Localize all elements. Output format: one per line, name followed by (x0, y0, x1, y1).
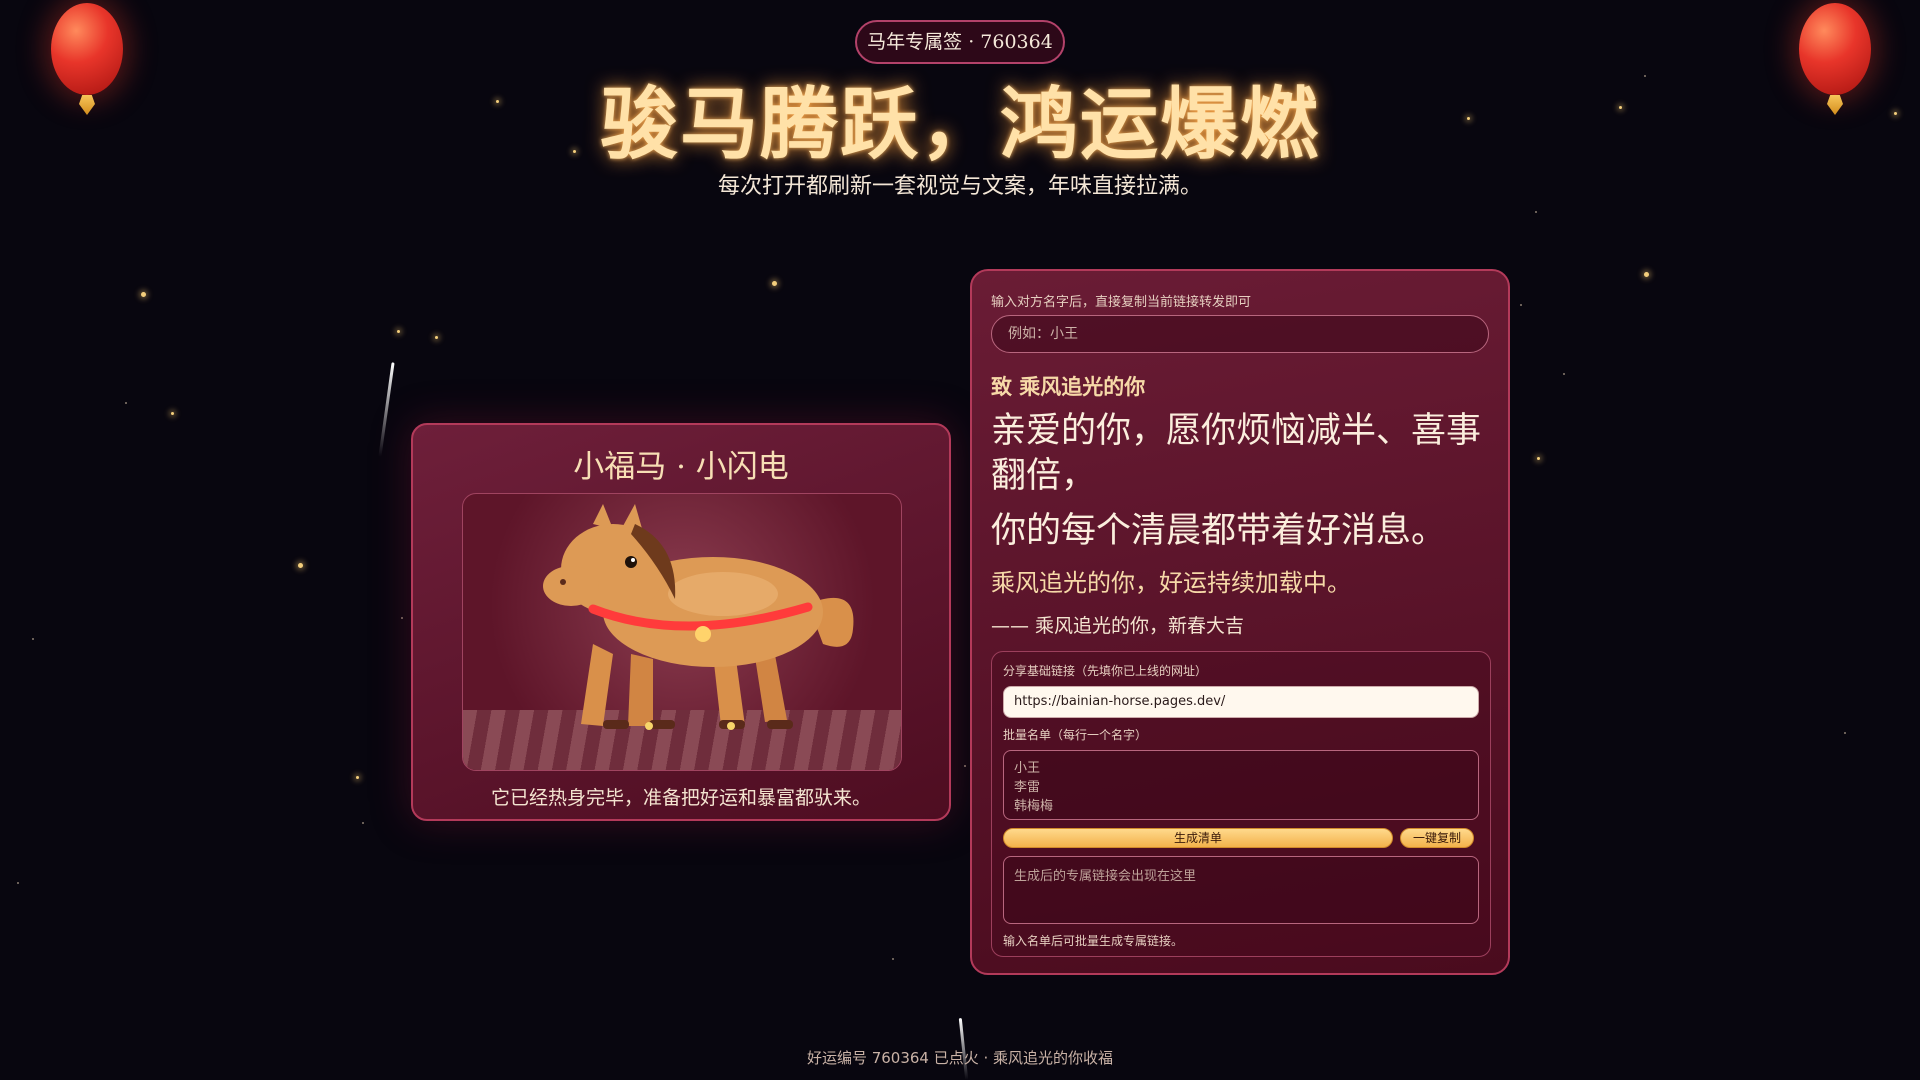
horse-illustration (462, 493, 902, 771)
blessing-panel: 输入对方名字后，直接复制当前链接转发即可 例如：小王 致 乘风追光的你 亲爱的你… (970, 269, 1510, 975)
lucky-badge: 马年专属签 · 760364 (855, 20, 1065, 64)
blessing-message-line2: 你的每个清晨都带着好消息。 (991, 511, 1447, 551)
names-placeholder-line: 李雷 (1014, 780, 1041, 795)
generate-list-button[interactable]: 生成清单 (1003, 828, 1393, 848)
base-url-input[interactable]: https://bainian-horse.pages.dev/ (1003, 686, 1479, 718)
blessing-message-line3: 乘风追光的你，好运持续加载中。 (991, 569, 1351, 597)
recipient-line: 致 乘风追光的你 (991, 375, 1146, 399)
page-title: 骏马腾跃，鸿运爆燃 (599, 79, 1320, 170)
batch-generator: 分享基础链接（先填你已上线的网址） https://bainian-horse.… (991, 651, 1491, 957)
blessing-signature: —— 乘风追光的你，新春大吉 (991, 615, 1245, 637)
batch-status-text: 输入名单后可批量生成专属链接。 (1003, 934, 1184, 948)
blessing-message-line1: 亲爱的你，愿你烦恼减半、喜事翻倍， (991, 411, 1482, 496)
horse-card-title: 小福马 · 小闪电 (573, 449, 789, 485)
name-input-hint: 输入对方名字后，直接复制当前链接转发即可 (991, 295, 1252, 310)
copy-all-button[interactable]: 一键复制 (1400, 828, 1474, 848)
recipient-name-input[interactable]: 例如：小王 (991, 315, 1489, 353)
names-placeholder-line: 韩梅梅 (1014, 799, 1054, 814)
footer-text: 好运编号 760364 已点火 · 乘风追光的你收福 (806, 1049, 1114, 1067)
horse-icon (543, 504, 854, 730)
names-label: 批量名单（每行一个名字） (1003, 728, 1148, 742)
page-subtitle: 每次打开都刷新一套视觉与文案，年味直接拉满。 (717, 174, 1202, 199)
horse-card: 小福马 · 小闪电 它已经热身完毕，准备把好运和暴富都驮来。 (411, 423, 951, 821)
horse-card-caption: 它已经热身完毕，准备把好运和暴富都驮来。 (490, 787, 871, 809)
names-textarea[interactable]: 小王 李雷 韩梅梅 (1003, 750, 1479, 820)
generated-links-output[interactable]: 生成后的专属链接会出现在这里 (1003, 856, 1479, 924)
base-url-label: 分享基础链接（先填你已上线的网址） (1003, 664, 1208, 678)
names-placeholder-line: 小王 (1014, 761, 1041, 776)
